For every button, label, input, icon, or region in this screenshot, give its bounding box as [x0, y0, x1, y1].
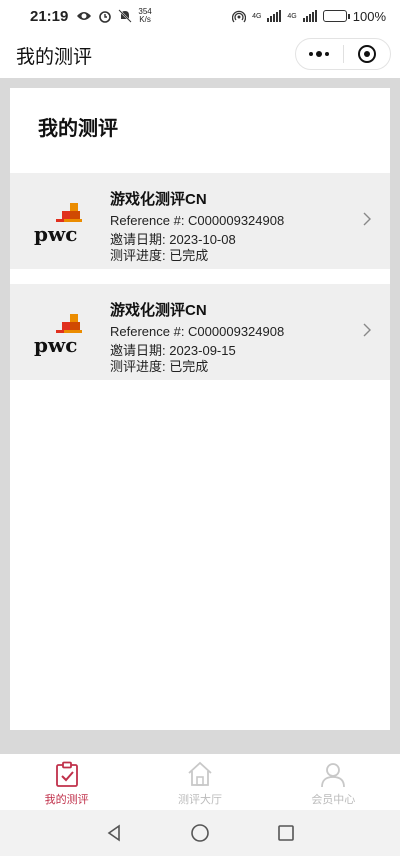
system-nav-bar — [0, 810, 400, 856]
tab-assessment-hall[interactable]: 测评大厅 — [133, 754, 266, 810]
title-bar: 我的测评 — [0, 32, 400, 78]
signal-icon-2 — [302, 10, 317, 22]
chevron-right-icon — [363, 212, 371, 226]
back-triangle-icon[interactable] — [104, 823, 124, 843]
assessment-item[interactable]: pwc 游戏化测评CN Reference #: C000009324908 邀… — [10, 173, 390, 269]
recents-square-icon[interactable] — [276, 823, 296, 843]
battery-percent: 100% — [352, 8, 386, 24]
pwc-logo: pwc — [34, 203, 82, 245]
person-icon — [321, 763, 346, 788]
card-heading: 我的测评 — [38, 118, 118, 140]
item-name: 游戏化测评CN — [110, 191, 207, 208]
net-type-2: 4G — [287, 12, 297, 20]
page-title: 我的测评 — [16, 46, 93, 68]
item-progress: 测评进度: 已完成 — [110, 248, 209, 263]
alarm-icon — [99, 11, 112, 23]
eye-icon — [77, 12, 92, 20]
pwc-logo-text: pwc — [34, 222, 77, 245]
pwc-logo: pwc — [34, 314, 82, 356]
battery-icon — [322, 10, 350, 22]
status-time: 21:19 — [30, 7, 69, 25]
tab-label: 会员中心 — [311, 794, 356, 806]
status-left-icons: 354 K/s — [76, 8, 152, 24]
status-right: 4G 4G 100% — [232, 9, 386, 24]
item-reference: Reference #: C000009324908 — [110, 324, 285, 339]
pwc-logo-text: pwc — [34, 333, 77, 356]
home-circle-icon[interactable] — [190, 823, 210, 843]
assessment-card: 我的测评 pwc 游戏化测评CN Reference #: C000009324… — [10, 88, 390, 730]
tab-member-center[interactable]: 会员中心 — [267, 754, 400, 810]
clipboard-check-icon — [55, 761, 78, 787]
tab-label: 我的测评 — [44, 794, 89, 806]
tab-label: 测评大厅 — [177, 794, 222, 806]
more-dots-icon — [309, 51, 330, 57]
assessment-item[interactable]: pwc 游戏化测评CN Reference #: C000009324908 邀… — [10, 284, 390, 380]
signal-icon-1 — [267, 10, 282, 22]
target-icon — [357, 45, 376, 63]
net-type-1: 4G — [252, 12, 262, 20]
miniprogram-capsule — [295, 38, 391, 70]
item-reference: Reference #: C000009324908 — [110, 213, 285, 228]
item-progress: 测评进度: 已完成 — [110, 359, 209, 374]
home-icon — [188, 761, 212, 786]
chevron-right-icon — [363, 323, 371, 337]
hotspot-icon — [232, 10, 247, 23]
net-speed: 354 K/s — [138, 8, 151, 24]
tab-bar: 我的测评 测评大厅 会员中心 — [0, 754, 400, 810]
net-speed-unit: K/s — [139, 15, 151, 24]
status-bar: 21:19 354 K/s 4G 4G 100% — [0, 0, 400, 32]
mute-bell-icon — [118, 9, 133, 23]
close-miniprogram-button[interactable] — [344, 39, 391, 69]
tab-my-assessments[interactable]: 我的测评 — [0, 754, 133, 810]
more-button[interactable] — [296, 39, 343, 69]
item-name: 游戏化测评CN — [110, 302, 207, 319]
